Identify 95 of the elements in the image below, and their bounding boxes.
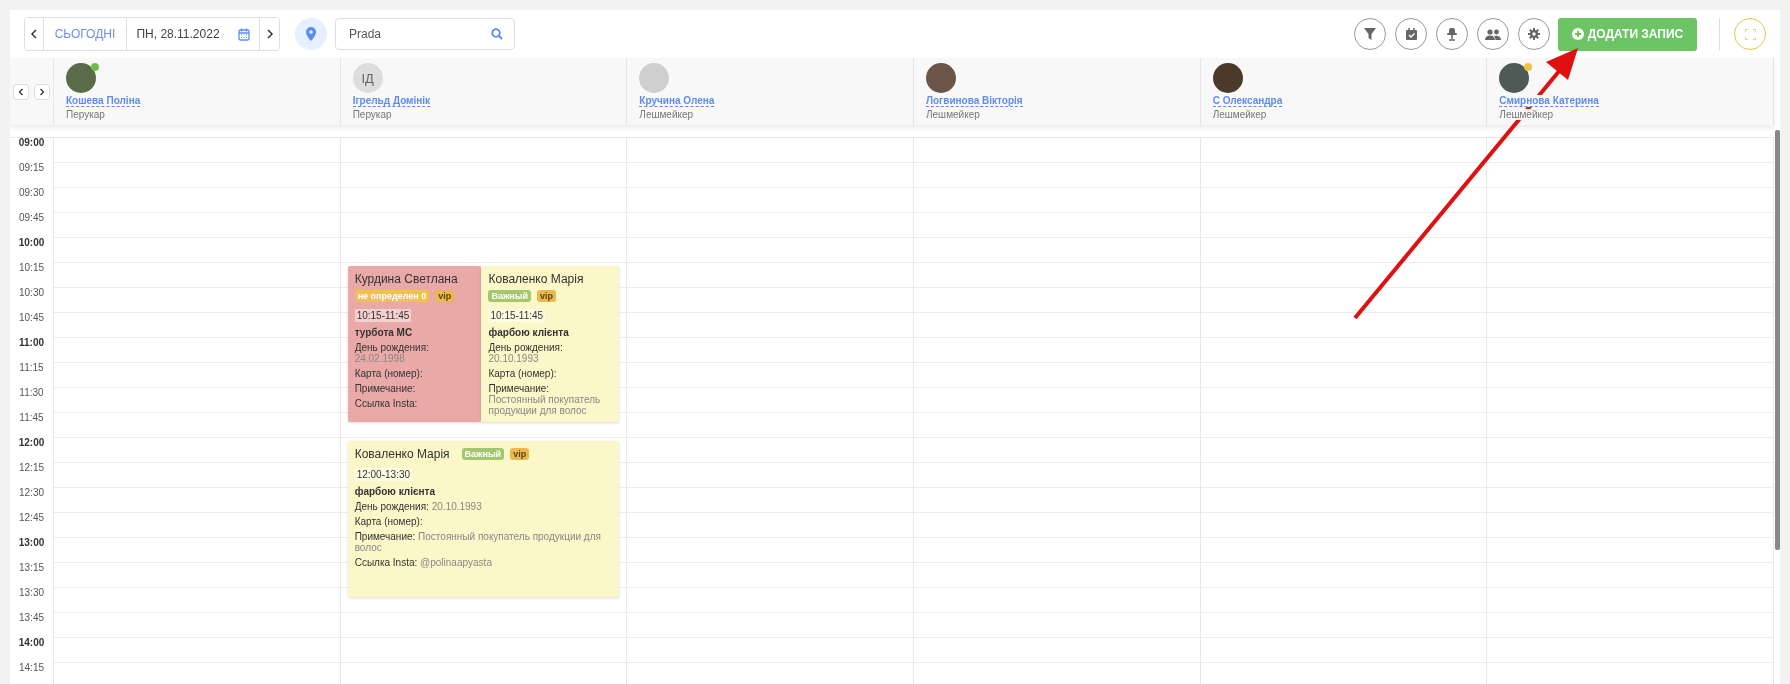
avatar-initials: ІД	[352, 63, 383, 93]
staff-role: Лешмейкер	[926, 109, 980, 120]
chair-button[interactable]	[1436, 18, 1468, 50]
client-name: Курдина Светлана	[354, 272, 458, 286]
staff-name-link[interactable]: Кручина Олена	[639, 95, 715, 107]
next-staff-button[interactable]	[34, 83, 50, 100]
client-detail: Примечание: Постоянный покупатель продукции для волос	[488, 383, 602, 416]
time-label: 14:15	[18, 663, 45, 675]
add-entry-button[interactable]: ДОДАТИ ЗАПИС	[1558, 17, 1697, 51]
tag-label: Важный	[488, 290, 532, 302]
time-label: 12:45	[18, 513, 45, 525]
location-pin-icon	[306, 27, 316, 41]
time-label: 13:15	[18, 563, 45, 575]
staff-role: Перукар	[66, 109, 105, 120]
client-detail: Карта (номер):	[488, 368, 557, 379]
staff-role: Лешмейкер	[1499, 109, 1554, 120]
avatar-placeholder	[66, 63, 96, 93]
client-name: Коваленко Марія	[488, 272, 584, 286]
staff-name-link[interactable]: Смирнова Катерина	[1499, 95, 1599, 107]
time-label: 10:45	[18, 313, 45, 325]
time-label: 09:45	[18, 213, 45, 225]
filter-button[interactable]	[1354, 18, 1386, 50]
service-name: турбота МС	[354, 327, 413, 338]
tag-label: Важный	[461, 448, 505, 460]
tag-label: vip	[510, 448, 530, 460]
avatar-placeholder	[1212, 63, 1243, 93]
fullscreen-icon	[1744, 28, 1756, 40]
staff-role: Лешмейкер	[1212, 109, 1267, 120]
staff-name-link[interactable]: Кошева Поліна	[66, 95, 141, 107]
appointment-card[interactable]: Коваленко Марія Важный vip 10:15-11:45 фарбою клієнта День рождения: 20.10.1993 Карта (номер): Примечание: Постоянный покупатель продукции для волос	[481, 266, 620, 422]
avatar-placeholder	[639, 63, 670, 93]
previous-day-button[interactable]	[25, 18, 44, 50]
service-name: фарбою клієнта	[488, 327, 569, 338]
appointment-time: 10:15-11:45	[488, 309, 546, 322]
calendar-check-button[interactable]	[1395, 18, 1427, 50]
settings-icon	[1528, 28, 1540, 40]
plus-circle-icon	[1571, 28, 1584, 40]
time-label: 11:15	[18, 363, 45, 375]
time-label: 12:00	[17, 438, 46, 450]
previous-staff-button[interactable]	[13, 83, 29, 100]
client-detail: День рождения: 24.02.1998	[354, 342, 429, 364]
staff-role: Перукар	[352, 109, 392, 120]
time-label: 14:00	[17, 638, 46, 650]
chevron-right-icon	[39, 87, 45, 96]
scrollbar[interactable]	[1775, 130, 1780, 550]
time-label: 10:15	[18, 263, 45, 275]
tag-label: vip	[537, 290, 557, 302]
client-detail: Ссылка Insta:	[354, 398, 418, 409]
appointment-card[interactable]: Коваленко Марія Важный vip 12:00-13:30 фарбою клієнта День рождения: 20.10.1993 Карта (номер): Примечание: Постоянный покупатель продукции для волос Ссылка Insta: @polinaapyasta	[347, 441, 620, 597]
time-label: 12:30	[18, 488, 45, 500]
filter-icon	[1364, 28, 1376, 40]
staff-name-link[interactable]: Логвинова Вікторія	[926, 95, 1023, 107]
chevron-right-icon	[265, 29, 274, 39]
staff-name-link[interactable]: Ігрельд Домінік	[352, 95, 431, 107]
chevron-left-icon	[30, 29, 38, 39]
service-name: фарбою клієнта	[354, 486, 435, 497]
client-name: Коваленко Марія	[354, 447, 450, 461]
search-icon	[491, 28, 503, 40]
staff-role: Лешмейкер	[639, 109, 694, 120]
time-label: 13:30	[18, 588, 45, 600]
search-field[interactable]: Prada	[335, 18, 515, 50]
time-label: 09:30	[18, 188, 45, 200]
appointment-time: 10:15-11:45	[354, 309, 412, 322]
client-detail: Примечание: Постоянный покупатель продукции для волос	[354, 531, 602, 553]
time-label: 12:15	[18, 463, 45, 475]
avatar-placeholder	[926, 63, 956, 93]
client-detail: Карта (номер):	[354, 516, 423, 527]
chair-icon	[1447, 27, 1457, 41]
time-label: 09:00	[17, 138, 46, 150]
location-button[interactable]	[295, 18, 327, 50]
time-label: 11:45	[18, 413, 45, 425]
time-label: 09:15	[18, 163, 45, 175]
staff-name-link[interactable]: С Олександра	[1212, 95, 1283, 107]
time-label: 11:00	[18, 338, 45, 350]
time-label: 13:00	[17, 538, 46, 550]
time-label: 10:30	[18, 288, 45, 300]
people-icon	[1485, 28, 1501, 40]
chevron-left-icon	[18, 87, 24, 96]
tag-label: не определен 0	[354, 290, 430, 302]
appointment-card[interactable]: Курдина Светлана не определен 0 vip 10:15-11:45 турбота МС День рождения: 24.02.1998 Карта (номер): Примечание: Ссылка Insta:	[347, 266, 482, 422]
calendar-icon	[237, 27, 250, 41]
client-detail: День рождения: 20.10.1993	[354, 501, 482, 512]
appointment-time: 12:00-13:30	[354, 468, 413, 481]
time-label: 13:45	[18, 613, 45, 625]
calendar-check-icon	[1405, 28, 1417, 40]
client-detail: Примечание:	[354, 383, 416, 394]
time-label: 11:30	[18, 388, 45, 400]
staff-button[interactable]	[1477, 18, 1509, 50]
time-label: 10:00	[17, 238, 46, 250]
client-detail: День рождения: 20.10.1993	[488, 342, 563, 364]
client-detail: Ссылка Insta: @polinaapyasta	[354, 557, 492, 568]
tag-label: vip	[435, 290, 455, 302]
client-detail: Карта (номер):	[354, 368, 423, 379]
avatar-placeholder	[1499, 63, 1530, 93]
settings-button[interactable]	[1518, 18, 1550, 50]
